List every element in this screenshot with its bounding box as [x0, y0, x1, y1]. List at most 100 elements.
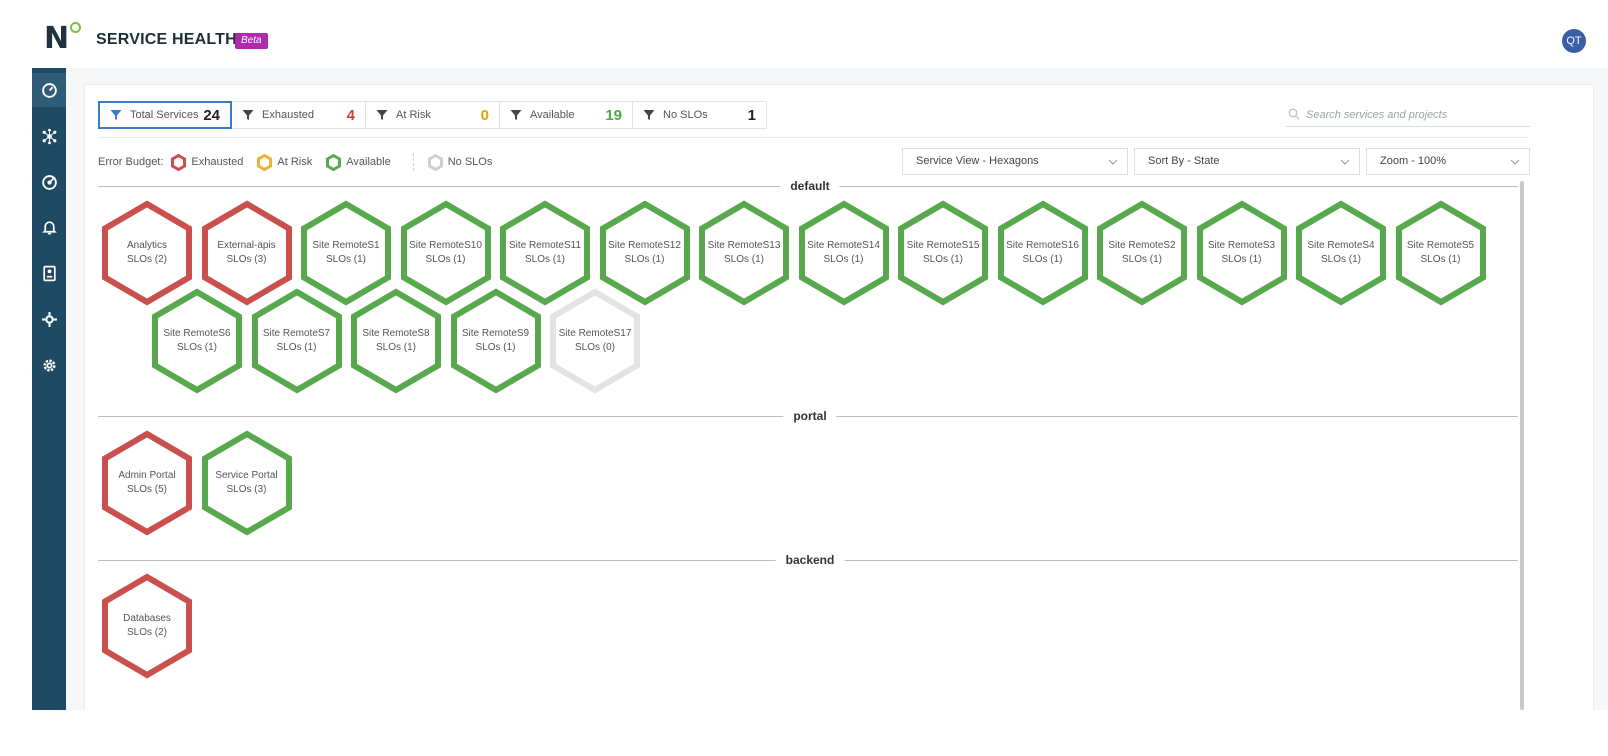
sidebar-item-topology[interactable]	[32, 119, 66, 153]
service-slo-count: SLOs (1)	[1221, 254, 1262, 265]
sidebar-item-slo[interactable]	[32, 165, 66, 199]
search-icon	[1288, 108, 1300, 120]
sidebar-item-reports[interactable]	[32, 256, 66, 290]
filter-count: 24	[203, 106, 220, 124]
divider	[98, 137, 1528, 138]
service-hexagon[interactable]: Site RemoteS17 SLOs (0)	[548, 288, 642, 394]
filter-no-slos[interactable]: No SLOs 1	[632, 101, 767, 129]
search-input[interactable]	[1306, 105, 1526, 125]
service-slo-count: SLOs (1)	[922, 254, 963, 265]
service-slo-count: SLOs (1)	[176, 342, 217, 353]
service-slo-count: SLOs (1)	[425, 254, 466, 265]
service-name: Site RemoteS6	[163, 328, 231, 339]
service-hexagon-text: Site RemoteS16 SLOs (1)	[996, 239, 1090, 267]
error-budget-legend: Error Budget: Exhausted At Risk Availabl…	[98, 153, 506, 171]
service-hexagon-text: Site RemoteS4 SLOs (1)	[1294, 239, 1388, 267]
report-icon	[42, 265, 56, 281]
logo-ring-icon	[70, 22, 81, 33]
service-hexagon[interactable]: Site RemoteS3 SLOs (1)	[1195, 200, 1289, 306]
filter-total-services[interactable]: Total Services 24	[98, 101, 232, 129]
service-hexagon-text: Site RemoteS10 SLOs (1)	[399, 239, 493, 267]
service-hexagon-text: Site RemoteS17 SLOs (0)	[548, 327, 642, 355]
sidebar-item-dashboard[interactable]	[32, 73, 66, 107]
service-view-dropdown[interactable]: Service View - Hexagons	[902, 148, 1128, 175]
service-hexagon[interactable]: Admin Portal SLOs (5)	[100, 430, 194, 536]
filter-label: No SLOs	[663, 109, 708, 121]
filter-label: At Risk	[396, 109, 431, 121]
integration-icon	[41, 311, 57, 327]
section-label-default: default	[780, 179, 840, 193]
filter-icon	[510, 110, 522, 120]
service-hexagon[interactable]: Site RemoteS7 SLOs (1)	[250, 288, 344, 394]
service-name: Site RemoteS15	[906, 240, 980, 251]
service-hexagon-text: Site RemoteS14 SLOs (1)	[797, 239, 891, 267]
filter-count: 19	[605, 106, 622, 124]
service-slo-count: SLOs (1)	[524, 254, 565, 265]
chevron-down-icon	[1510, 159, 1520, 165]
service-name: Admin Portal	[118, 470, 176, 481]
service-hexagon[interactable]: Site RemoteS2 SLOs (1)	[1095, 200, 1189, 306]
service-hexagon[interactable]: Site RemoteS13 SLOs (1)	[697, 200, 791, 306]
service-hexagon[interactable]: Site RemoteS6 SLOs (1)	[150, 288, 244, 394]
filter-label: Total Services	[130, 109, 199, 121]
service-hexagon-text: External-apis SLOs (3)	[200, 239, 294, 267]
service-hexagon[interactable]: Site RemoteS5 SLOs (1)	[1394, 200, 1488, 306]
scrollbar[interactable]	[1520, 181, 1524, 710]
filter-label: Available	[530, 109, 575, 121]
app-logo[interactable]: N	[44, 24, 69, 54]
sidebar-item-settings[interactable]	[32, 348, 66, 382]
service-hexagon-text: Site RemoteS2 SLOs (1)	[1095, 239, 1189, 267]
sidebar-item-integrations[interactable]	[32, 302, 66, 336]
legend-item-no-slos: No SLOs	[427, 153, 492, 171]
service-hexagon[interactable]: Service Portal SLOs (3)	[200, 430, 294, 536]
service-name: Service Portal	[215, 470, 278, 481]
target-icon	[41, 174, 57, 190]
at-risk-hexagon-icon	[257, 153, 273, 171]
filter-icon	[376, 110, 388, 120]
zoom-dropdown[interactable]: Zoom - 100%	[1366, 148, 1530, 175]
legend-item-label: Available	[346, 156, 391, 168]
service-hexagon-text: Site RemoteS5 SLOs (1)	[1394, 239, 1488, 267]
service-name: Site RemoteS10	[409, 240, 482, 251]
service-slo-count: SLOs (1)	[1420, 254, 1461, 265]
service-name: External-apis	[217, 240, 276, 251]
service-name: Site RemoteS9	[461, 328, 530, 339]
service-hexagon-text: Site RemoteS7 SLOs (1)	[250, 327, 344, 355]
filter-exhausted[interactable]: Exhausted 4	[231, 101, 366, 129]
user-avatar[interactable]: QT	[1562, 29, 1586, 53]
service-hexagon-text: Service Portal SLOs (3)	[200, 469, 294, 497]
exhausted-hexagon-icon	[171, 153, 187, 171]
filter-available[interactable]: Available 19	[499, 101, 633, 129]
service-name: Site RemoteS3	[1207, 240, 1276, 251]
section-label-backend: backend	[775, 553, 845, 567]
service-hexagon-text: Site RemoteS3 SLOs (1)	[1195, 239, 1289, 267]
service-slo-count: SLOs (1)	[624, 254, 665, 265]
service-health-panel	[84, 84, 1594, 710]
service-name: Site RemoteS1	[312, 240, 380, 251]
service-hexagon-text: Site RemoteS9 SLOs (1)	[449, 327, 543, 355]
filter-at-risk[interactable]: At Risk 0	[365, 101, 500, 129]
service-name: Analytics	[126, 240, 167, 251]
legend-item-label: Exhausted	[191, 156, 244, 168]
service-hexagon[interactable]: Databases SLOs (2)	[100, 573, 194, 679]
filter-count: 0	[480, 106, 489, 124]
service-hexagon[interactable]: Site RemoteS9 SLOs (1)	[449, 288, 543, 394]
service-hexagon[interactable]: Site RemoteS16 SLOs (1)	[996, 200, 1090, 306]
service-hexagon[interactable]: Site RemoteS15 SLOs (1)	[896, 200, 990, 306]
sort-by-dropdown[interactable]: Sort By - State	[1134, 148, 1360, 175]
service-slo-count: SLOs (1)	[276, 342, 317, 353]
service-hexagon-text: Analytics SLOs (2)	[100, 239, 194, 267]
service-hexagon[interactable]: Site RemoteS8 SLOs (1)	[349, 288, 443, 394]
service-slo-count: SLOs (1)	[1121, 254, 1162, 265]
service-slo-count: SLOs (1)	[475, 342, 516, 353]
service-name: Site RemoteS14	[807, 240, 880, 251]
service-name: Site RemoteS12	[608, 240, 681, 251]
sidebar-item-alerts[interactable]	[32, 210, 66, 244]
legend-label: Error Budget:	[98, 156, 164, 168]
topology-icon	[42, 128, 56, 144]
service-hexagon[interactable]: Site RemoteS14 SLOs (1)	[797, 200, 891, 306]
dropdown-value: Service View - Hexagons	[916, 155, 1039, 167]
service-hexagon-text: Site RemoteS15 SLOs (1)	[896, 239, 990, 267]
service-hexagon-text: Site RemoteS6 SLOs (1)	[150, 327, 244, 355]
service-hexagon[interactable]: Site RemoteS4 SLOs (1)	[1294, 200, 1388, 306]
